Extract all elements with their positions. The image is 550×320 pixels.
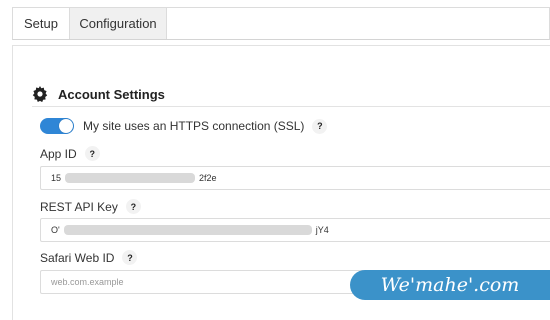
app-id-label: App ID bbox=[40, 146, 77, 161]
rest-api-key-label-row: REST API Key ? bbox=[40, 199, 141, 214]
app-id-label-row: App ID ? bbox=[40, 146, 100, 161]
https-toggle[interactable] bbox=[40, 118, 74, 134]
tab-setup[interactable]: Setup bbox=[13, 8, 69, 39]
safari-web-id-label: Safari Web ID bbox=[40, 250, 115, 265]
section-header: Account Settings bbox=[32, 86, 165, 102]
gear-icon bbox=[32, 86, 48, 102]
https-toggle-label: My site uses an HTTPS connection (SSL) bbox=[83, 119, 305, 133]
help-icon[interactable]: ? bbox=[84, 146, 100, 161]
app-id-value: 15 bbox=[51, 173, 62, 183]
tab-bar: Setup Configuration bbox=[12, 7, 550, 40]
watermark-logo: We'mahe'.com bbox=[350, 270, 550, 300]
app-id-field[interactable]: 15 2f2e bbox=[40, 166, 550, 190]
safari-web-id-label-row: Safari Web ID ? bbox=[40, 250, 138, 265]
section-divider bbox=[32, 106, 550, 107]
help-icon[interactable]: ? bbox=[122, 250, 138, 265]
redacted-segment bbox=[65, 173, 196, 183]
rest-api-key-label: REST API Key bbox=[40, 199, 118, 214]
app-id-value-tail: 2f2e bbox=[199, 173, 217, 183]
rest-api-key-field[interactable]: O' jY4 bbox=[40, 218, 550, 242]
tab-configuration[interactable]: Configuration bbox=[69, 8, 167, 39]
redacted-segment bbox=[63, 225, 312, 235]
https-toggle-row: My site uses an HTTPS connection (SSL) ? bbox=[40, 118, 328, 134]
toggle-knob bbox=[59, 119, 73, 133]
rest-api-key-value: O' bbox=[51, 225, 60, 235]
top-strip bbox=[0, 0, 550, 6]
rest-api-key-value-tail: jY4 bbox=[315, 225, 329, 235]
help-icon[interactable]: ? bbox=[312, 118, 328, 134]
section-title: Account Settings bbox=[58, 86, 165, 102]
help-icon[interactable]: ? bbox=[125, 199, 141, 214]
